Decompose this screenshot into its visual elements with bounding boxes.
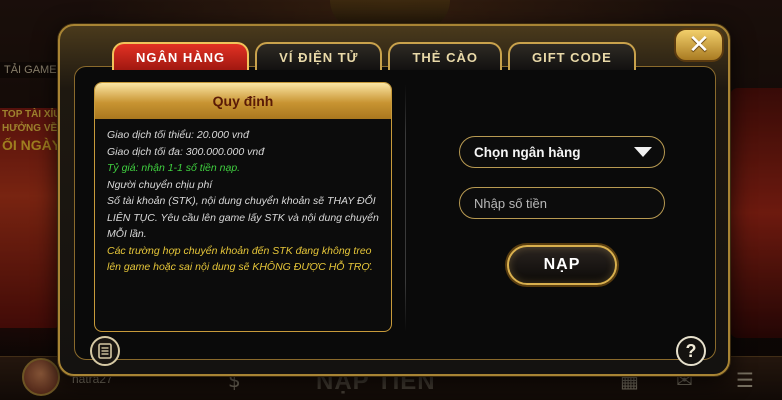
deposit-tabs: NGÂN HÀNG VÍ ĐIỆN TỬ THẺ CÀO GIFT CODE (112, 42, 642, 70)
bank-select[interactable]: Chọn ngân hàng (459, 136, 665, 168)
rule-line: Người chuyển chịu phí (107, 178, 213, 191)
rule-line: Tỷ giá: nhận 1-1 số tiền nạp. (107, 162, 241, 174)
deposit-modal: NGÂN HÀNG VÍ ĐIỆN TỬ THẺ CÀO GIFT CODE ✕… (58, 24, 730, 376)
close-icon: ✕ (688, 30, 710, 60)
help-icon: ? (685, 340, 697, 361)
close-button[interactable]: ✕ (674, 28, 724, 62)
bank-select-label: Chọn ngân hàng (474, 144, 581, 160)
help-button[interactable]: ? (676, 336, 706, 366)
chevron-down-icon (634, 147, 652, 157)
history-button[interactable] (90, 336, 120, 366)
tab-e-wallet[interactable]: VÍ ĐIỆN TỬ (255, 42, 383, 70)
rule-line: Các trường hợp chuyển khoản đến STK đang… (107, 244, 373, 274)
rule-line: Giao dịch tối đa: 300.000.000 vnđ (107, 145, 265, 158)
tab-card[interactable]: THẺ CÀO (388, 42, 502, 70)
deposit-button[interactable]: NẠP (507, 245, 617, 285)
tab-bank[interactable]: NGÂN HÀNG (112, 42, 250, 70)
rules-body: Giao dịch tối thiểu: 20.000 vnđ Giao dịc… (95, 119, 391, 284)
rules-title: Quy định (95, 83, 391, 119)
document-icon (98, 343, 112, 359)
amount-input[interactable] (459, 187, 665, 219)
panel-divider (405, 84, 406, 332)
rule-line: Số tài khoản (STK), nội dung chuyển khoả… (107, 195, 379, 240)
tab-gift-code[interactable]: GIFT CODE (507, 42, 636, 70)
rules-panel: Quy định Giao dịch tối thiểu: 20.000 vnđ… (94, 82, 392, 332)
rule-line: Giao dịch tối thiểu: 20.000 vnđ (107, 129, 249, 141)
